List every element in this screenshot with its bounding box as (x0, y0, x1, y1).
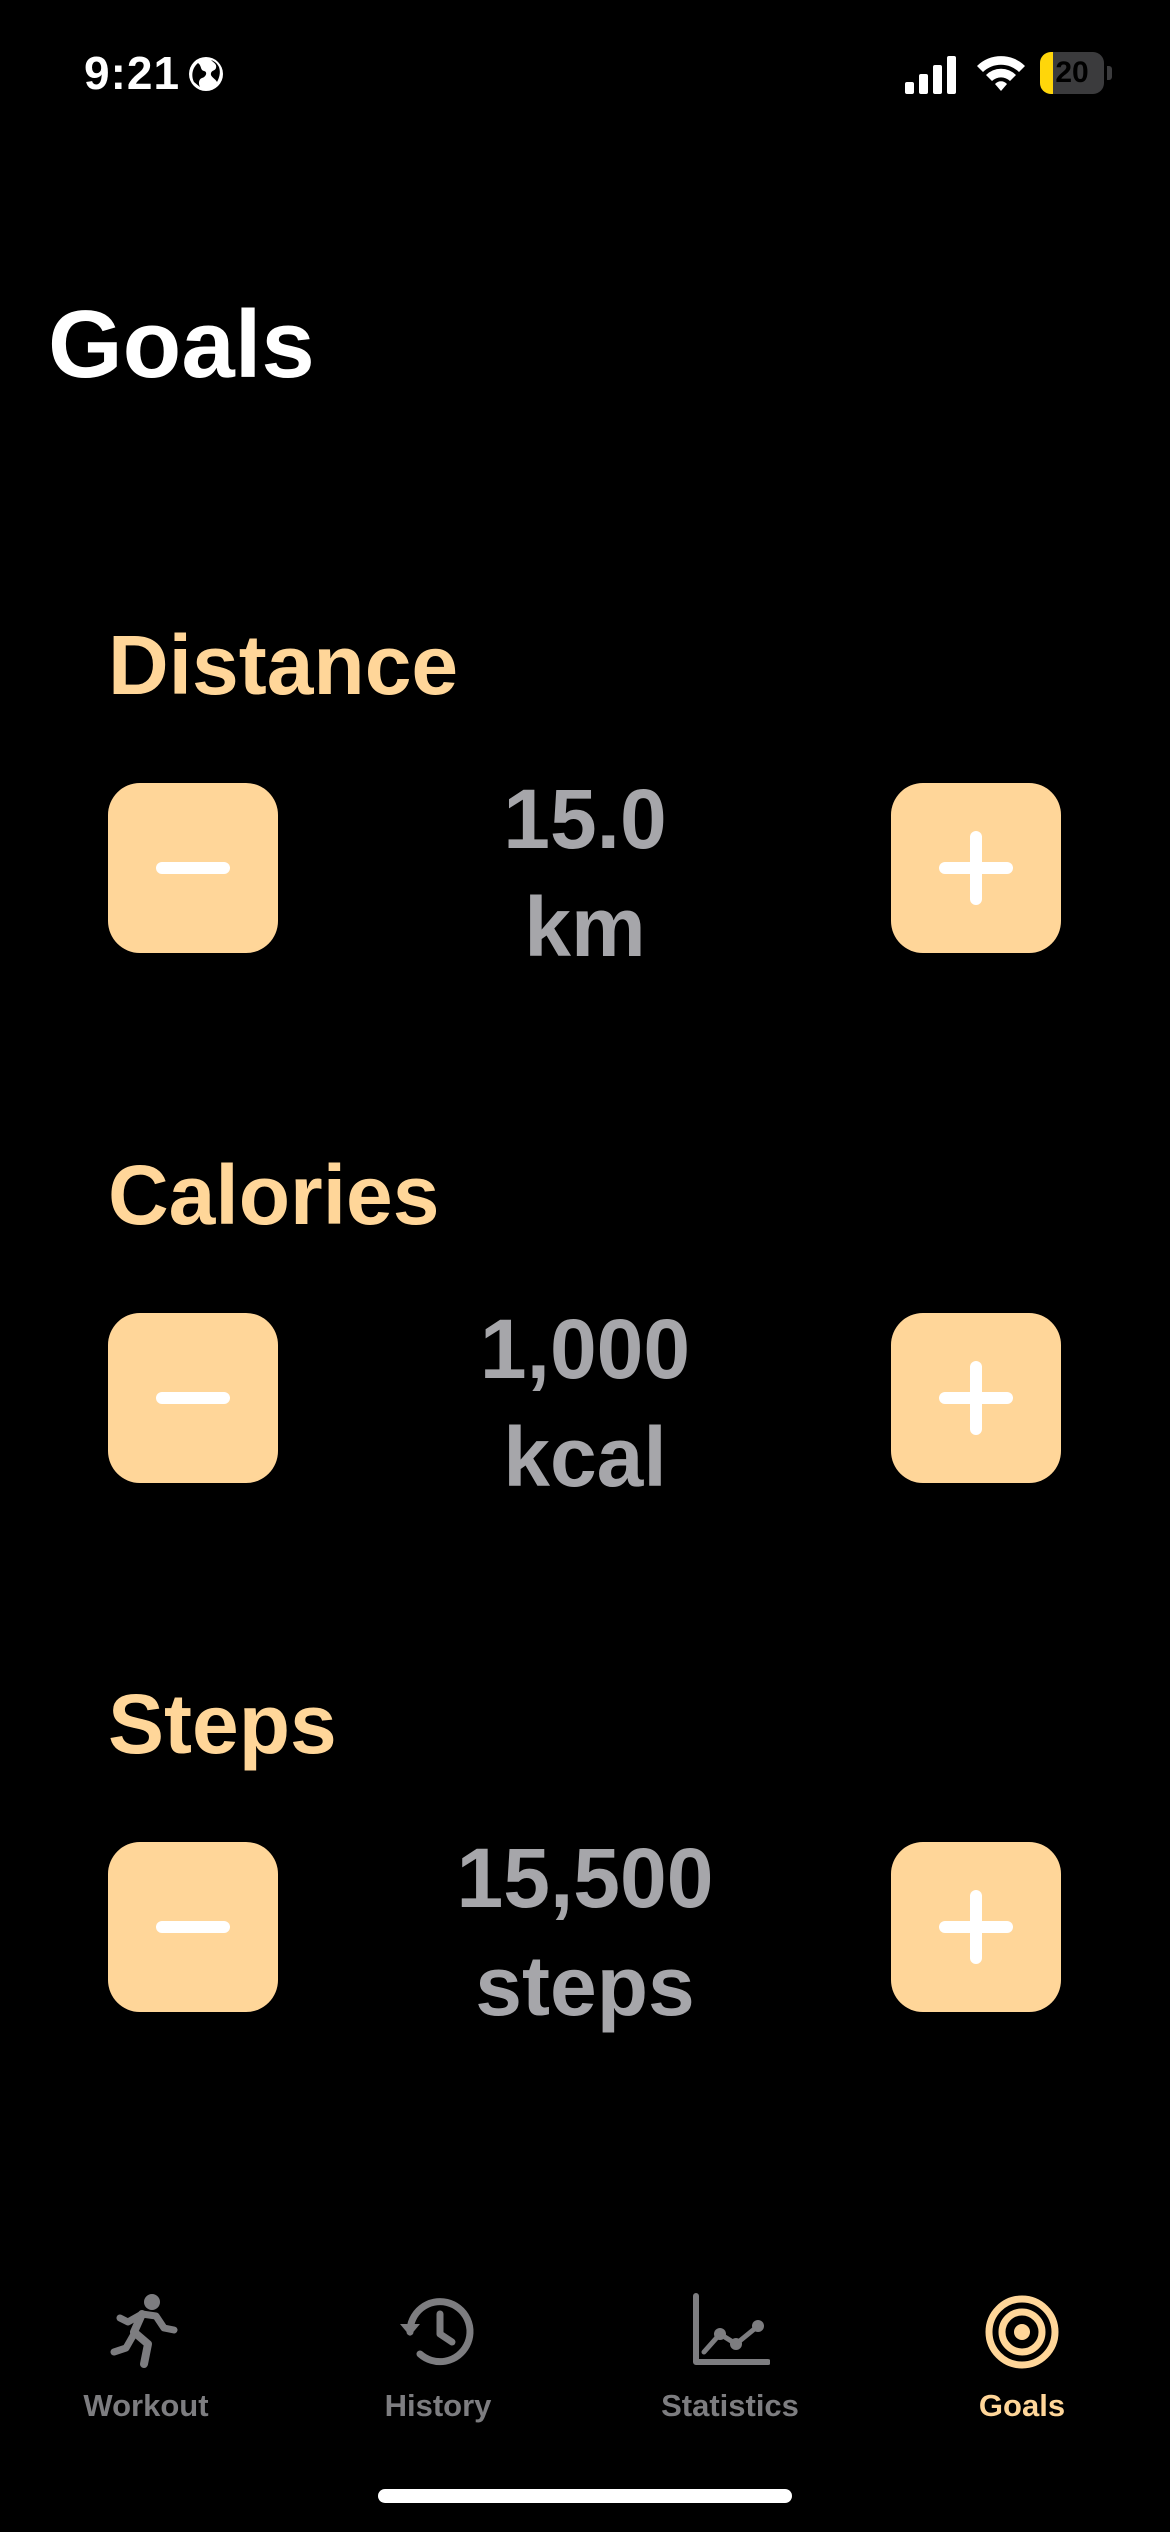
status-bar: 9:21 20 (0, 0, 1170, 150)
target-icon (985, 2295, 1059, 2369)
home-indicator[interactable] (378, 2489, 792, 2503)
plus-icon (939, 1361, 1013, 1435)
globe-icon (189, 57, 223, 91)
running-figure-icon (110, 2294, 178, 2368)
goal-label: Steps (108, 1677, 337, 1771)
tab-label: Workout (83, 2388, 209, 2423)
status-time: 9:21 (84, 47, 181, 99)
steps-increase-button[interactable] (891, 1842, 1061, 2012)
distance-increase-button[interactable] (891, 783, 1061, 953)
goal-label: Distance (108, 618, 459, 712)
tab-history[interactable]: History (292, 2280, 584, 2440)
clock-history-icon (400, 2298, 474, 2366)
plus-icon (939, 1890, 1013, 1964)
tab-label: History (384, 2388, 492, 2423)
goal-unit: steps (475, 1939, 695, 2033)
wifi-icon (977, 56, 1025, 91)
goal-unit: kcal (503, 1410, 667, 1504)
calories-decrease-button[interactable] (108, 1313, 278, 1483)
steps-decrease-button[interactable] (108, 1842, 278, 2012)
battery-icon: 20 (1040, 52, 1112, 94)
goal-distance-section: Distance 15.0 km (0, 615, 1170, 1015)
tab-label: Goals (978, 2388, 1066, 2423)
battery-level: 20 (1055, 56, 1089, 89)
goal-value: 15,500 (456, 1831, 714, 1925)
line-chart-icon (693, 2293, 770, 2365)
page-title: Goals (48, 291, 315, 398)
cellular-signal-icon (905, 56, 956, 94)
tab-goals[interactable]: Goals (876, 2280, 1168, 2440)
minus-icon (156, 1392, 230, 1404)
goal-calories-section: Calories 1,000 kcal (0, 1145, 1170, 1545)
minus-icon (156, 1921, 230, 1933)
goal-value: 1,000 (479, 1302, 691, 1396)
tab-bar: Workout History Statistics Goals (0, 2280, 1170, 2440)
tab-statistics[interactable]: Statistics (584, 2280, 876, 2440)
distance-decrease-button[interactable] (108, 783, 278, 953)
goal-steps-section: Steps 15,500 steps (0, 1674, 1170, 2074)
tab-label: Statistics (661, 2388, 799, 2423)
plus-icon (939, 831, 1013, 905)
goal-label: Calories (108, 1148, 440, 1242)
goal-value: 15.0 (503, 772, 667, 866)
calories-increase-button[interactable] (891, 1313, 1061, 1483)
minus-icon (156, 862, 230, 874)
goal-unit: km (524, 880, 646, 974)
tab-workout[interactable]: Workout (0, 2280, 292, 2440)
